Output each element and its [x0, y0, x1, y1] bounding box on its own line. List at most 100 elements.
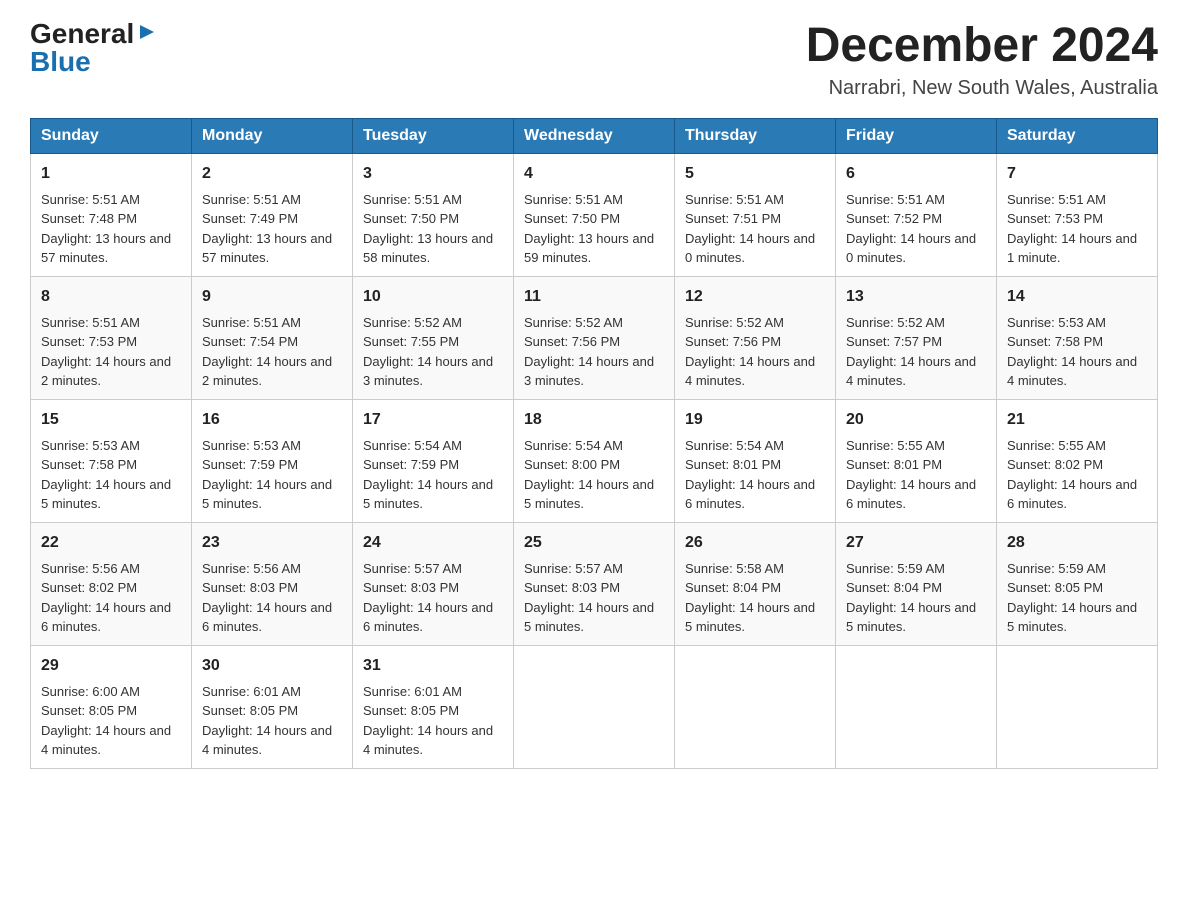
day-info: Sunrise: 5:53 AMSunset: 7:59 PMDaylight:…	[202, 438, 332, 512]
day-info: Sunrise: 5:51 AMSunset: 7:48 PMDaylight:…	[41, 192, 171, 266]
calendar-cell: 15 Sunrise: 5:53 AMSunset: 7:58 PMDaylig…	[31, 399, 192, 522]
day-info: Sunrise: 5:56 AMSunset: 8:02 PMDaylight:…	[41, 561, 171, 635]
day-info: Sunrise: 5:53 AMSunset: 7:58 PMDaylight:…	[1007, 315, 1137, 389]
day-info: Sunrise: 5:54 AMSunset: 8:01 PMDaylight:…	[685, 438, 815, 512]
calendar-cell: 7 Sunrise: 5:51 AMSunset: 7:53 PMDayligh…	[997, 153, 1158, 276]
day-number: 29	[41, 654, 181, 678]
day-number: 19	[685, 408, 825, 432]
day-info: Sunrise: 5:59 AMSunset: 8:04 PMDaylight:…	[846, 561, 976, 635]
day-number: 7	[1007, 162, 1147, 186]
day-info: Sunrise: 5:55 AMSunset: 8:01 PMDaylight:…	[846, 438, 976, 512]
day-number: 8	[41, 285, 181, 309]
day-info: Sunrise: 5:53 AMSunset: 7:58 PMDaylight:…	[41, 438, 171, 512]
calendar-cell	[514, 645, 675, 768]
logo-arrow-icon	[136, 21, 158, 43]
calendar-cell	[675, 645, 836, 768]
day-number: 6	[846, 162, 986, 186]
calendar-cell: 18 Sunrise: 5:54 AMSunset: 8:00 PMDaylig…	[514, 399, 675, 522]
day-number: 30	[202, 654, 342, 678]
calendar-cell: 23 Sunrise: 5:56 AMSunset: 8:03 PMDaylig…	[192, 522, 353, 645]
day-info: Sunrise: 6:00 AMSunset: 8:05 PMDaylight:…	[41, 684, 171, 758]
day-number: 10	[363, 285, 503, 309]
day-info: Sunrise: 5:52 AMSunset: 7:55 PMDaylight:…	[363, 315, 493, 389]
calendar-cell: 29 Sunrise: 6:00 AMSunset: 8:05 PMDaylig…	[31, 645, 192, 768]
day-info: Sunrise: 5:57 AMSunset: 8:03 PMDaylight:…	[524, 561, 654, 635]
header-row: Sunday Monday Tuesday Wednesday Thursday…	[31, 118, 1158, 153]
day-number: 2	[202, 162, 342, 186]
day-info: Sunrise: 5:57 AMSunset: 8:03 PMDaylight:…	[363, 561, 493, 635]
calendar-week-1: 1 Sunrise: 5:51 AMSunset: 7:48 PMDayligh…	[31, 153, 1158, 276]
calendar-table: Sunday Monday Tuesday Wednesday Thursday…	[30, 118, 1158, 769]
logo: General Blue	[30, 20, 158, 76]
logo-blue: Blue	[30, 46, 91, 77]
day-number: 9	[202, 285, 342, 309]
day-number: 11	[524, 285, 664, 309]
calendar-cell: 19 Sunrise: 5:54 AMSunset: 8:01 PMDaylig…	[675, 399, 836, 522]
calendar-cell: 13 Sunrise: 5:52 AMSunset: 7:57 PMDaylig…	[836, 276, 997, 399]
calendar-cell: 9 Sunrise: 5:51 AMSunset: 7:54 PMDayligh…	[192, 276, 353, 399]
day-number: 3	[363, 162, 503, 186]
calendar-cell: 10 Sunrise: 5:52 AMSunset: 7:55 PMDaylig…	[353, 276, 514, 399]
calendar-cell	[997, 645, 1158, 768]
day-number: 17	[363, 408, 503, 432]
day-info: Sunrise: 5:56 AMSunset: 8:03 PMDaylight:…	[202, 561, 332, 635]
calendar-cell: 6 Sunrise: 5:51 AMSunset: 7:52 PMDayligh…	[836, 153, 997, 276]
header-sunday: Sunday	[31, 118, 192, 153]
day-number: 1	[41, 162, 181, 186]
day-info: Sunrise: 5:51 AMSunset: 7:49 PMDaylight:…	[202, 192, 332, 266]
header-tuesday: Tuesday	[353, 118, 514, 153]
logo-general: General	[30, 20, 134, 48]
day-info: Sunrise: 5:52 AMSunset: 7:57 PMDaylight:…	[846, 315, 976, 389]
calendar-week-4: 22 Sunrise: 5:56 AMSunset: 8:02 PMDaylig…	[31, 522, 1158, 645]
calendar-cell: 27 Sunrise: 5:59 AMSunset: 8:04 PMDaylig…	[836, 522, 997, 645]
day-info: Sunrise: 5:58 AMSunset: 8:04 PMDaylight:…	[685, 561, 815, 635]
day-info: Sunrise: 6:01 AMSunset: 8:05 PMDaylight:…	[363, 684, 493, 758]
location-title: Narrabri, New South Wales, Australia	[806, 77, 1158, 100]
day-number: 14	[1007, 285, 1147, 309]
day-number: 5	[685, 162, 825, 186]
day-number: 23	[202, 531, 342, 555]
page-header: General Blue December 2024 Narrabri, New…	[30, 20, 1158, 100]
calendar-week-3: 15 Sunrise: 5:53 AMSunset: 7:58 PMDaylig…	[31, 399, 1158, 522]
day-number: 21	[1007, 408, 1147, 432]
calendar-cell: 11 Sunrise: 5:52 AMSunset: 7:56 PMDaylig…	[514, 276, 675, 399]
day-info: Sunrise: 5:51 AMSunset: 7:53 PMDaylight:…	[41, 315, 171, 389]
calendar-week-5: 29 Sunrise: 6:00 AMSunset: 8:05 PMDaylig…	[31, 645, 1158, 768]
calendar-cell	[836, 645, 997, 768]
day-info: Sunrise: 5:54 AMSunset: 7:59 PMDaylight:…	[363, 438, 493, 512]
header-saturday: Saturday	[997, 118, 1158, 153]
calendar-cell: 25 Sunrise: 5:57 AMSunset: 8:03 PMDaylig…	[514, 522, 675, 645]
day-info: Sunrise: 5:51 AMSunset: 7:52 PMDaylight:…	[846, 192, 976, 266]
day-number: 28	[1007, 531, 1147, 555]
header-monday: Monday	[192, 118, 353, 153]
calendar-cell: 2 Sunrise: 5:51 AMSunset: 7:49 PMDayligh…	[192, 153, 353, 276]
day-info: Sunrise: 5:52 AMSunset: 7:56 PMDaylight:…	[685, 315, 815, 389]
calendar-cell: 28 Sunrise: 5:59 AMSunset: 8:05 PMDaylig…	[997, 522, 1158, 645]
day-number: 20	[846, 408, 986, 432]
calendar-cell: 24 Sunrise: 5:57 AMSunset: 8:03 PMDaylig…	[353, 522, 514, 645]
day-number: 16	[202, 408, 342, 432]
header-wednesday: Wednesday	[514, 118, 675, 153]
day-number: 26	[685, 531, 825, 555]
day-number: 18	[524, 408, 664, 432]
day-info: Sunrise: 5:51 AMSunset: 7:53 PMDaylight:…	[1007, 192, 1137, 266]
header-thursday: Thursday	[675, 118, 836, 153]
day-number: 25	[524, 531, 664, 555]
calendar-cell: 17 Sunrise: 5:54 AMSunset: 7:59 PMDaylig…	[353, 399, 514, 522]
calendar-cell: 3 Sunrise: 5:51 AMSunset: 7:50 PMDayligh…	[353, 153, 514, 276]
calendar-cell: 20 Sunrise: 5:55 AMSunset: 8:01 PMDaylig…	[836, 399, 997, 522]
day-number: 31	[363, 654, 503, 678]
calendar-cell: 21 Sunrise: 5:55 AMSunset: 8:02 PMDaylig…	[997, 399, 1158, 522]
calendar-cell: 8 Sunrise: 5:51 AMSunset: 7:53 PMDayligh…	[31, 276, 192, 399]
calendar-cell: 12 Sunrise: 5:52 AMSunset: 7:56 PMDaylig…	[675, 276, 836, 399]
day-number: 24	[363, 531, 503, 555]
day-info: Sunrise: 5:51 AMSunset: 7:54 PMDaylight:…	[202, 315, 332, 389]
calendar-cell: 5 Sunrise: 5:51 AMSunset: 7:51 PMDayligh…	[675, 153, 836, 276]
day-info: Sunrise: 6:01 AMSunset: 8:05 PMDaylight:…	[202, 684, 332, 758]
day-number: 12	[685, 285, 825, 309]
header-friday: Friday	[836, 118, 997, 153]
calendar-cell: 1 Sunrise: 5:51 AMSunset: 7:48 PMDayligh…	[31, 153, 192, 276]
calendar-cell: 14 Sunrise: 5:53 AMSunset: 7:58 PMDaylig…	[997, 276, 1158, 399]
day-info: Sunrise: 5:51 AMSunset: 7:51 PMDaylight:…	[685, 192, 815, 266]
calendar-cell: 4 Sunrise: 5:51 AMSunset: 7:50 PMDayligh…	[514, 153, 675, 276]
